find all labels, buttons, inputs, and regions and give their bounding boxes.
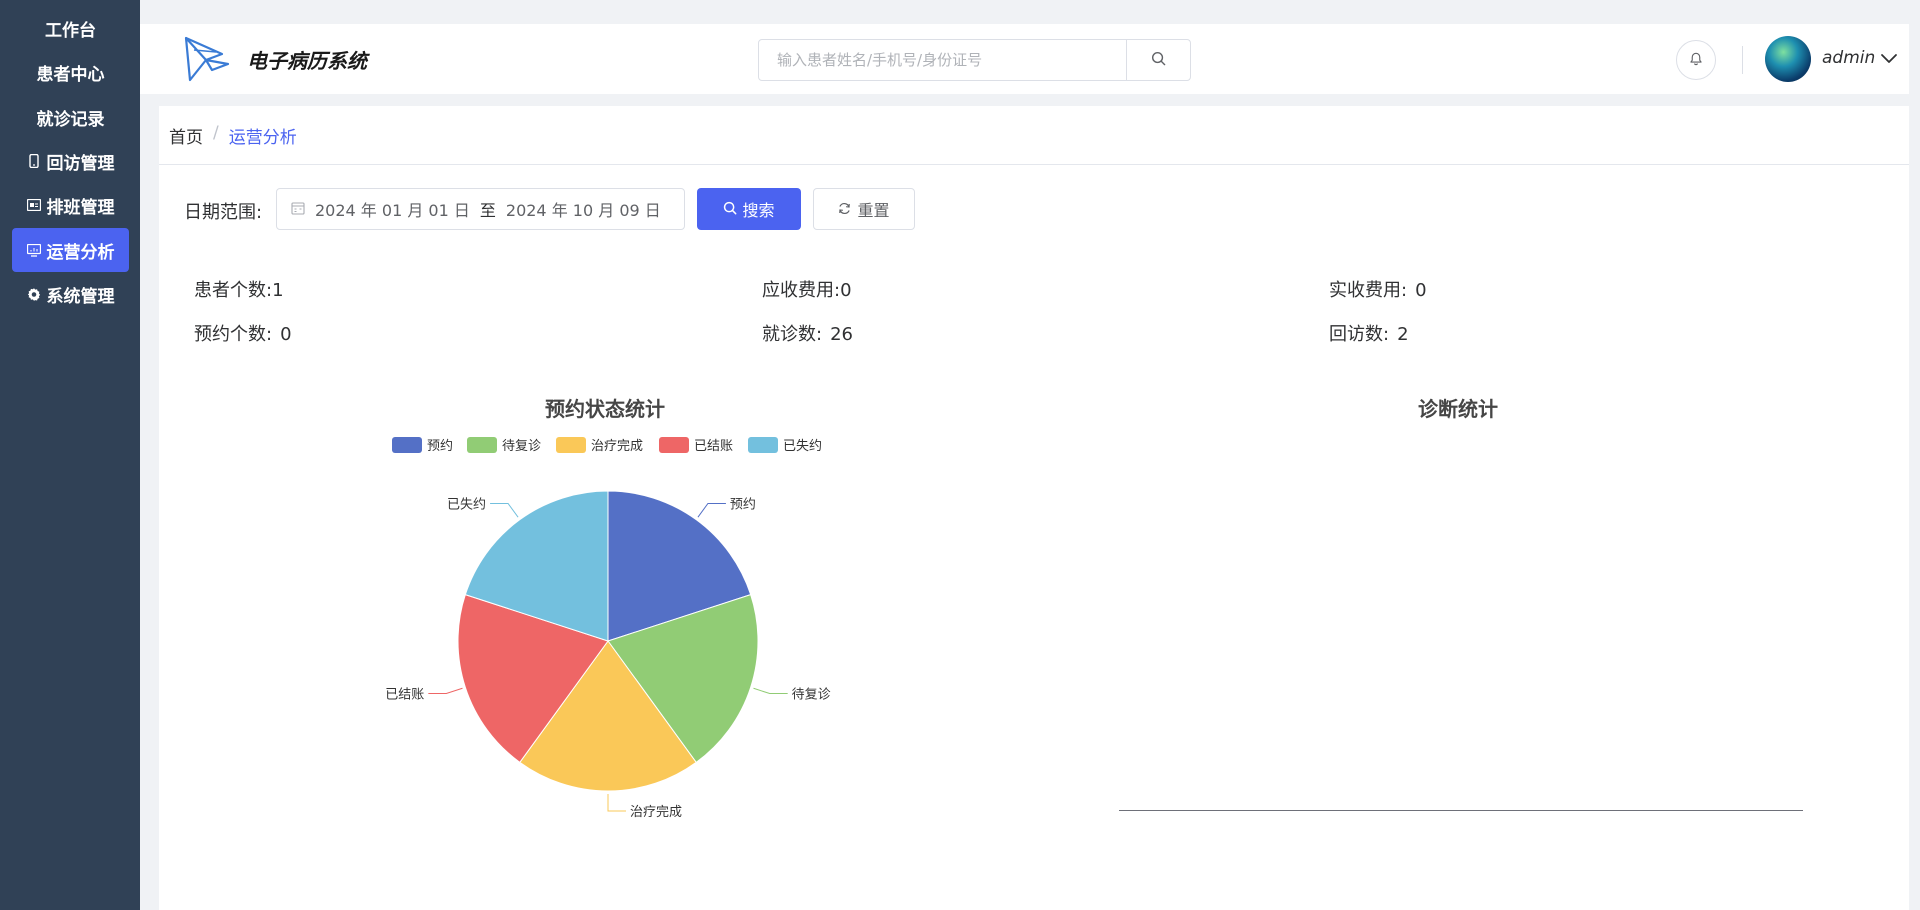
pie-label-line (753, 687, 788, 695)
pie-label: 已失约 (447, 497, 486, 512)
pie-label: 预约 (730, 497, 756, 512)
pie-chart: 预约待复诊治疗完成 已结账 已失约 (385, 490, 831, 820)
pie-label-line (607, 794, 626, 812)
pie-label: 已结账 (385, 688, 424, 703)
diagnosis-chart-title: 诊断统计 (1418, 397, 1498, 421)
pie-label-line (490, 502, 519, 518)
diagnosis-chart-x-axis (1119, 810, 1803, 811)
pie-label: 待复诊 (792, 688, 831, 703)
pie-label-line (697, 502, 726, 518)
pie-label: 治疗完成 (630, 805, 682, 820)
pie-label-line (428, 687, 463, 695)
